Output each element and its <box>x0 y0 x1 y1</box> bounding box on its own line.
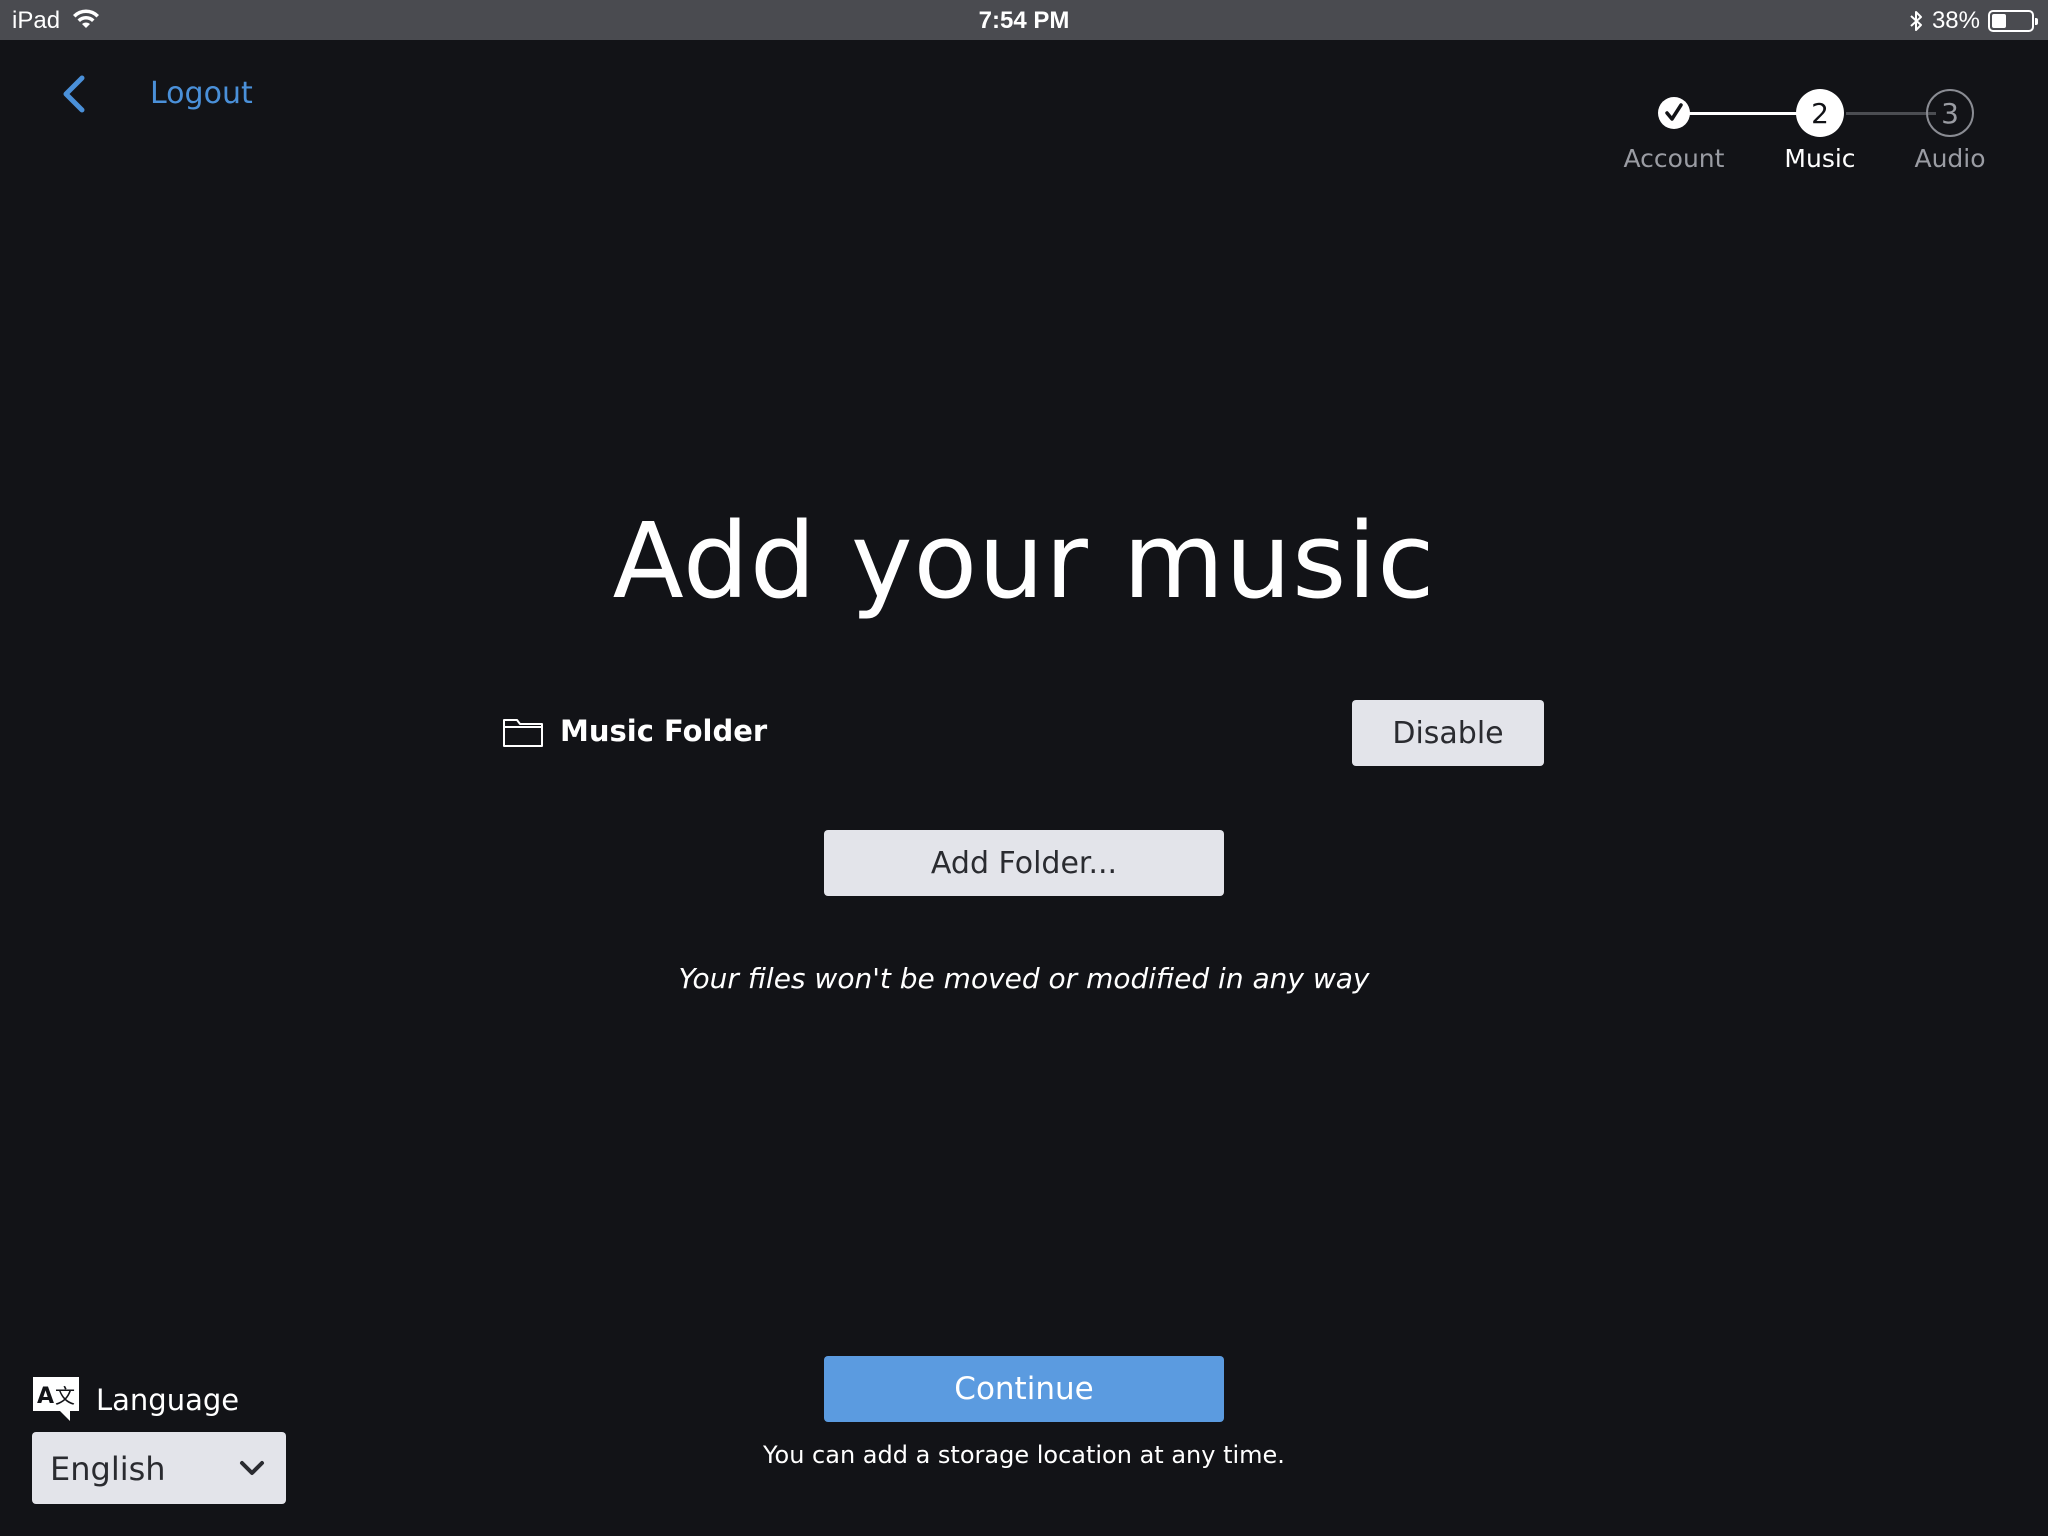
svg-text:A: A <box>37 1384 54 1409</box>
battery-cap <box>2035 18 2038 25</box>
folder-icon <box>503 719 543 747</box>
status-time: 7:54 PM <box>978 7 1070 34</box>
add-folder-button[interactable]: Add Folder... <box>824 830 1224 896</box>
battery-fill <box>1992 14 2006 28</box>
svg-text:文: 文 <box>55 1384 75 1408</box>
bluetooth-icon <box>1910 11 1922 31</box>
step-label-account: Account <box>1623 144 1725 173</box>
storage-footnote: You can add a storage location at any ti… <box>763 1441 1285 1469</box>
setup-stepper: Account 2 Music 3 Audio <box>1610 84 2000 174</box>
disable-button[interactable]: Disable <box>1352 700 1544 766</box>
music-folder-row: Music Folder Disable <box>502 700 1544 766</box>
continue-button[interactable]: Continue <box>824 1356 1224 1422</box>
step-connector-done <box>1674 112 1814 115</box>
files-note: Your files won't be moved or modified in… <box>678 962 1370 995</box>
folder-name: Music Folder <box>560 714 768 748</box>
translate-icon: A 文 <box>33 1377 79 1421</box>
step-audio-number: 3 <box>1926 89 1974 137</box>
checkmark-icon <box>1665 103 1683 121</box>
language-value: English <box>50 1450 166 1488</box>
page-title: Add your music <box>612 500 1436 622</box>
battery-icon <box>1988 10 2038 32</box>
chevron-left-icon[interactable] <box>58 74 92 114</box>
step-label-audio: Audio <box>1914 144 1986 173</box>
battery-percent: 38% <box>1931 7 1980 34</box>
logout-link[interactable]: Logout <box>150 76 253 111</box>
step-music-number: 2 <box>1796 89 1844 137</box>
language-select[interactable]: English <box>32 1432 286 1504</box>
step-account-check-icon <box>1658 97 1690 129</box>
chevron-down-icon <box>240 1461 264 1475</box>
step-label-music: Music <box>1784 144 1856 173</box>
step-connector-todo <box>1846 112 1936 115</box>
status-bar: iPad 7:54 PM 38% <box>0 0 2048 40</box>
status-right: 38% <box>1908 7 2038 35</box>
language-label: Language <box>96 1383 240 1417</box>
